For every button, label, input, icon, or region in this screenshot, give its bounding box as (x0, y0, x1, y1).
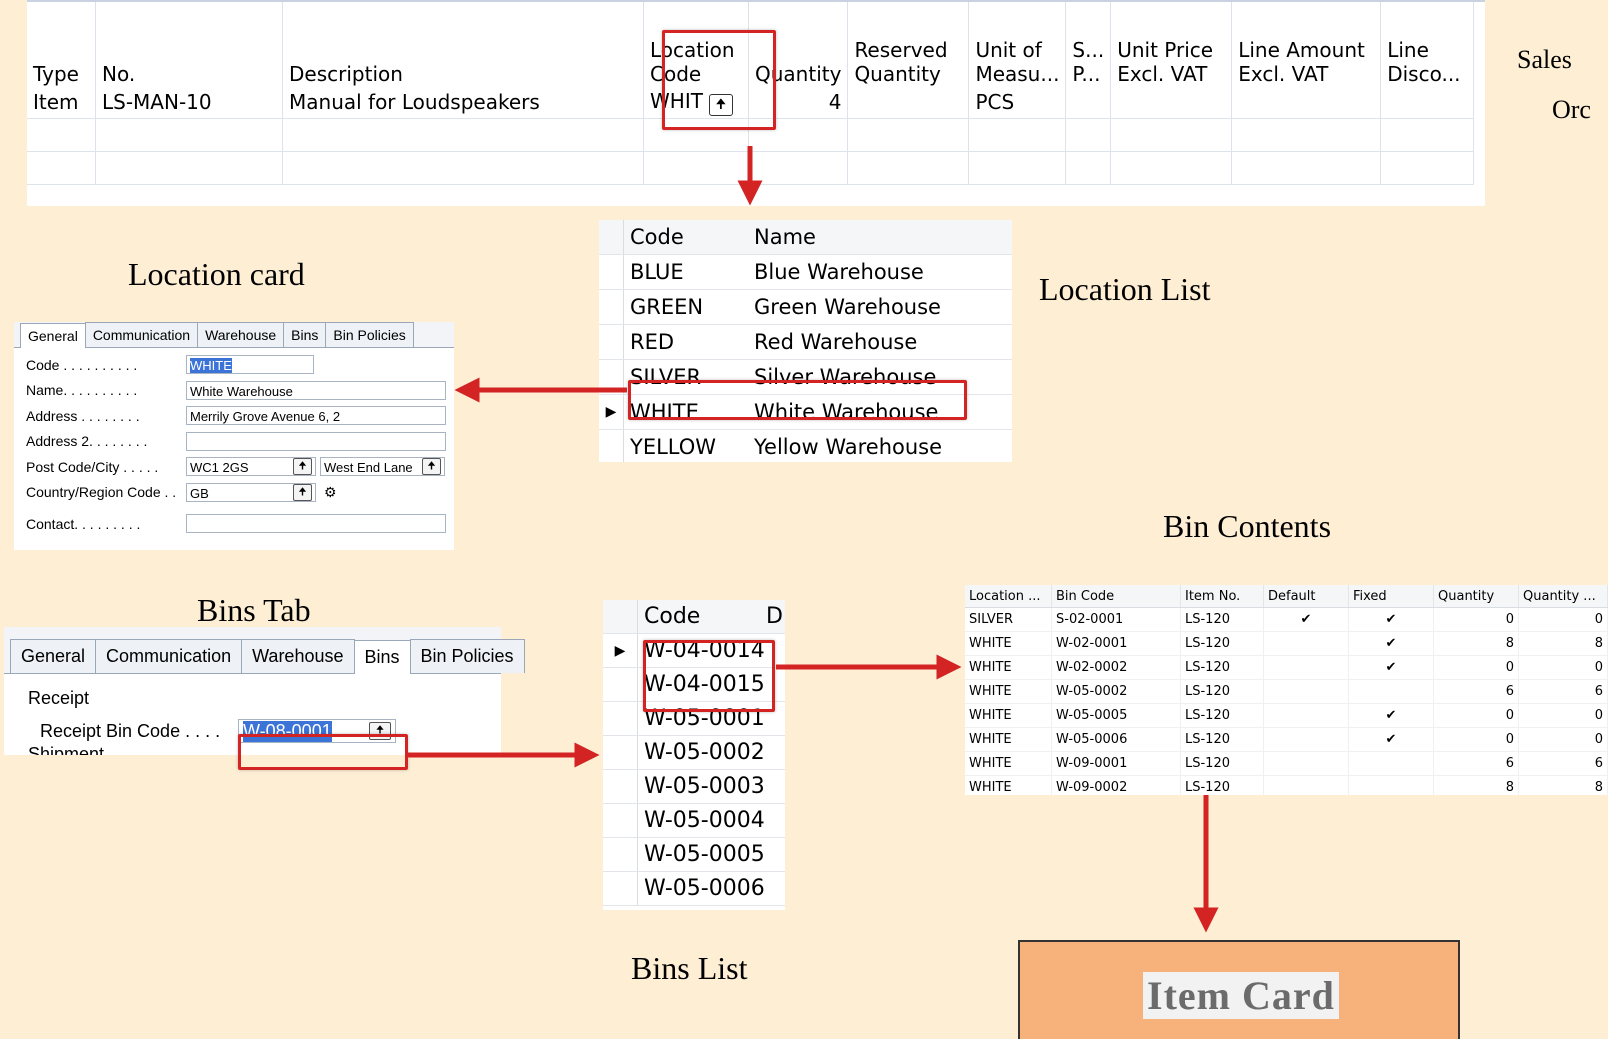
flow-arrows (408, 146, 1219, 933)
